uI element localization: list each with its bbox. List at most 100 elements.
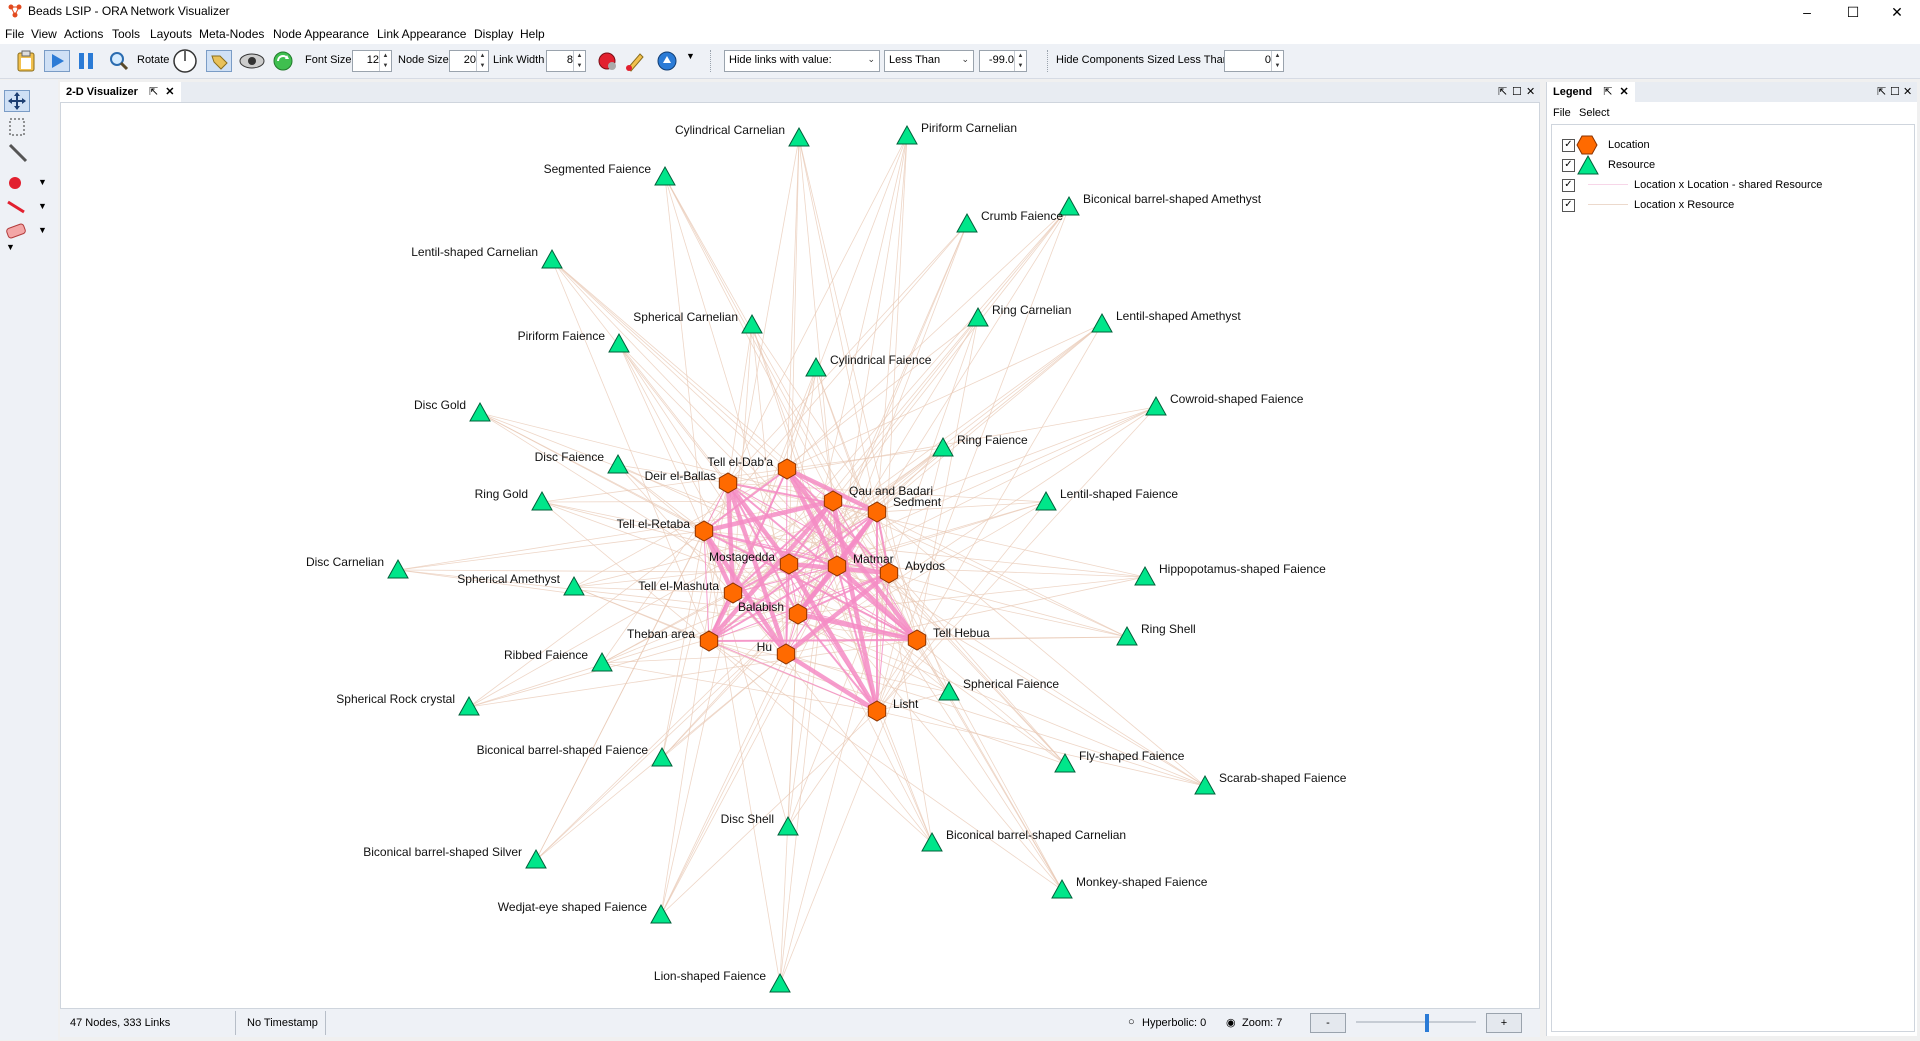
resource-node[interactable] (1091, 312, 1113, 333)
close-window-button[interactable]: ✕ (1874, 0, 1920, 24)
dropdown-arrow-icon[interactable]: ▼ (38, 177, 47, 187)
resource-node[interactable] (654, 165, 676, 186)
menu-display[interactable]: Display (474, 27, 513, 41)
menu-view[interactable]: View (31, 27, 57, 41)
legend-item-loc-loc-link[interactable]: ✓ Location x Location - shared Resource (1562, 176, 1902, 194)
resource-node[interactable] (956, 212, 978, 233)
undock-icon[interactable]: ⇱ (149, 86, 158, 98)
close-icon[interactable]: ✕ (1526, 85, 1535, 98)
globe-icon[interactable] (656, 50, 678, 72)
resource-node[interactable] (967, 306, 989, 327)
eye-icon[interactable] (238, 50, 266, 72)
zoom-radio[interactable]: ◉ (1226, 1016, 1236, 1029)
add-node-icon[interactable] (4, 172, 30, 194)
spinner-arrows-icon[interactable]: ▲ ▼ (1014, 51, 1026, 71)
resource-node[interactable] (788, 126, 810, 147)
minimize-button[interactable]: – (1784, 0, 1830, 24)
checkbox-checked-icon[interactable]: ✓ (1562, 199, 1575, 212)
refresh-icon[interactable] (272, 50, 294, 72)
spinner-arrows-icon[interactable]: ▲ ▼ (573, 51, 585, 71)
record-icon[interactable] (596, 50, 618, 72)
zoom-slider-track[interactable] (1356, 1021, 1476, 1023)
font-size-spinner[interactable]: 12 ▲ ▼ (352, 50, 392, 72)
menu-node-appearance[interactable]: Node Appearance (273, 27, 369, 41)
location-node[interactable] (779, 553, 799, 575)
menu-tools[interactable]: Tools (112, 27, 140, 41)
spinner-arrows-icon[interactable]: ▲ ▼ (476, 51, 488, 71)
location-node[interactable] (788, 603, 808, 625)
tab-2d-visualizer[interactable]: 2-D Visualizer ⇱ ✕ (60, 82, 181, 102)
network-graph[interactable]: Cylindrical Carnelian Piriform Carnelian S… (61, 103, 1539, 1008)
play-icon[interactable] (44, 50, 70, 72)
legend-item-loc-res-link[interactable]: ✓ Location x Resource (1562, 196, 1902, 214)
location-node[interactable] (777, 458, 797, 480)
spinner-arrows-icon[interactable]: ▲ ▼ (379, 51, 391, 71)
add-link-icon[interactable] (4, 196, 30, 218)
select-rectangle-icon[interactable] (4, 116, 30, 138)
link-width-spinner[interactable]: 8 ▲ ▼ (546, 50, 586, 72)
menu-meta-nodes[interactable]: Meta-Nodes (199, 27, 264, 41)
tag-icon[interactable] (206, 50, 232, 72)
location-node[interactable] (867, 700, 887, 722)
resource-node[interactable] (921, 831, 943, 852)
zoom-out-button[interactable]: - (1310, 1013, 1346, 1033)
resource-node[interactable] (1194, 774, 1216, 795)
move-tool-icon[interactable] (4, 90, 30, 112)
location-node[interactable] (907, 629, 927, 651)
maximize-button[interactable]: ☐ (1830, 0, 1876, 24)
dropdown-arrow-icon[interactable]: ▼ (6, 242, 15, 252)
resource-node[interactable] (805, 356, 827, 377)
legend-item-location[interactable]: ✓ Location (1562, 135, 1902, 155)
checkbox-checked-icon[interactable]: ✓ (1562, 139, 1575, 152)
float-icon[interactable]: ⇱ (1498, 85, 1507, 98)
resource-node[interactable] (1035, 490, 1057, 511)
legend-item-resource[interactable]: ✓ Resource (1562, 154, 1902, 175)
resource-node[interactable] (1051, 878, 1073, 899)
dropdown-arrow-icon[interactable]: ▼ (686, 51, 695, 61)
resource-node[interactable] (469, 401, 491, 422)
legend-menu-select[interactable]: Select (1579, 107, 1610, 119)
hide-components-spinner[interactable]: 0 ▲ ▼ (1224, 50, 1284, 72)
search-icon[interactable] (108, 50, 130, 72)
menu-file[interactable]: File (5, 27, 24, 41)
menu-actions[interactable]: Actions (64, 27, 103, 41)
hide-links-dropdown[interactable]: Hide links with value: ⌄ (724, 50, 880, 72)
resource-node[interactable] (1116, 625, 1138, 646)
node-size-spinner[interactable]: 20 ▲ ▼ (449, 50, 489, 72)
resource-node[interactable] (769, 972, 791, 993)
location-node[interactable] (827, 555, 847, 577)
location-node[interactable] (823, 490, 843, 512)
threshold-spinner[interactable]: -99.0 ▲ ▼ (979, 50, 1027, 72)
network-canvas[interactable]: Cylindrical Carnelian Piriform Carnelian S… (60, 102, 1540, 1009)
close-icon[interactable]: ✕ (1903, 85, 1912, 98)
spinner-arrows-icon[interactable]: ▲ ▼ (1271, 51, 1283, 71)
pause-icon[interactable] (74, 50, 98, 72)
zoom-in-button[interactable]: + (1486, 1013, 1522, 1033)
menu-link-appearance[interactable]: Link Appearance (377, 27, 466, 41)
legend-menu-file[interactable]: File (1553, 107, 1571, 119)
rotate-dial-icon[interactable] (172, 48, 198, 74)
close-icon[interactable]: ✕ (1619, 86, 1628, 98)
checkbox-checked-icon[interactable]: ✓ (1562, 179, 1575, 192)
resource-node[interactable] (1145, 395, 1167, 416)
location-node[interactable] (867, 501, 887, 523)
location-node[interactable] (699, 630, 719, 652)
resource-node[interactable] (650, 903, 672, 924)
resource-node[interactable] (896, 124, 918, 145)
zoom-slider-thumb[interactable] (1425, 1014, 1429, 1032)
hyperbolic-radio[interactable]: ○ (1128, 1016, 1135, 1028)
menu-layouts[interactable]: Layouts (150, 27, 192, 41)
clipboard-icon[interactable] (14, 50, 38, 72)
location-node[interactable] (694, 520, 714, 542)
draw-link-tool-icon[interactable] (4, 142, 30, 164)
dropdown-arrow-icon[interactable]: ▼ (38, 225, 47, 235)
float-icon[interactable]: ⇱ (1877, 85, 1886, 98)
comparator-dropdown[interactable]: Less Than ⌄ (884, 50, 974, 72)
maximize-icon[interactable]: ☐ (1890, 85, 1900, 98)
undock-icon[interactable]: ⇱ (1603, 86, 1612, 98)
menu-help[interactable]: Help (520, 27, 545, 41)
location-node[interactable] (879, 562, 899, 584)
location-node[interactable] (776, 643, 796, 665)
resource-node[interactable] (777, 815, 799, 836)
checkbox-checked-icon[interactable]: ✓ (1562, 159, 1575, 172)
